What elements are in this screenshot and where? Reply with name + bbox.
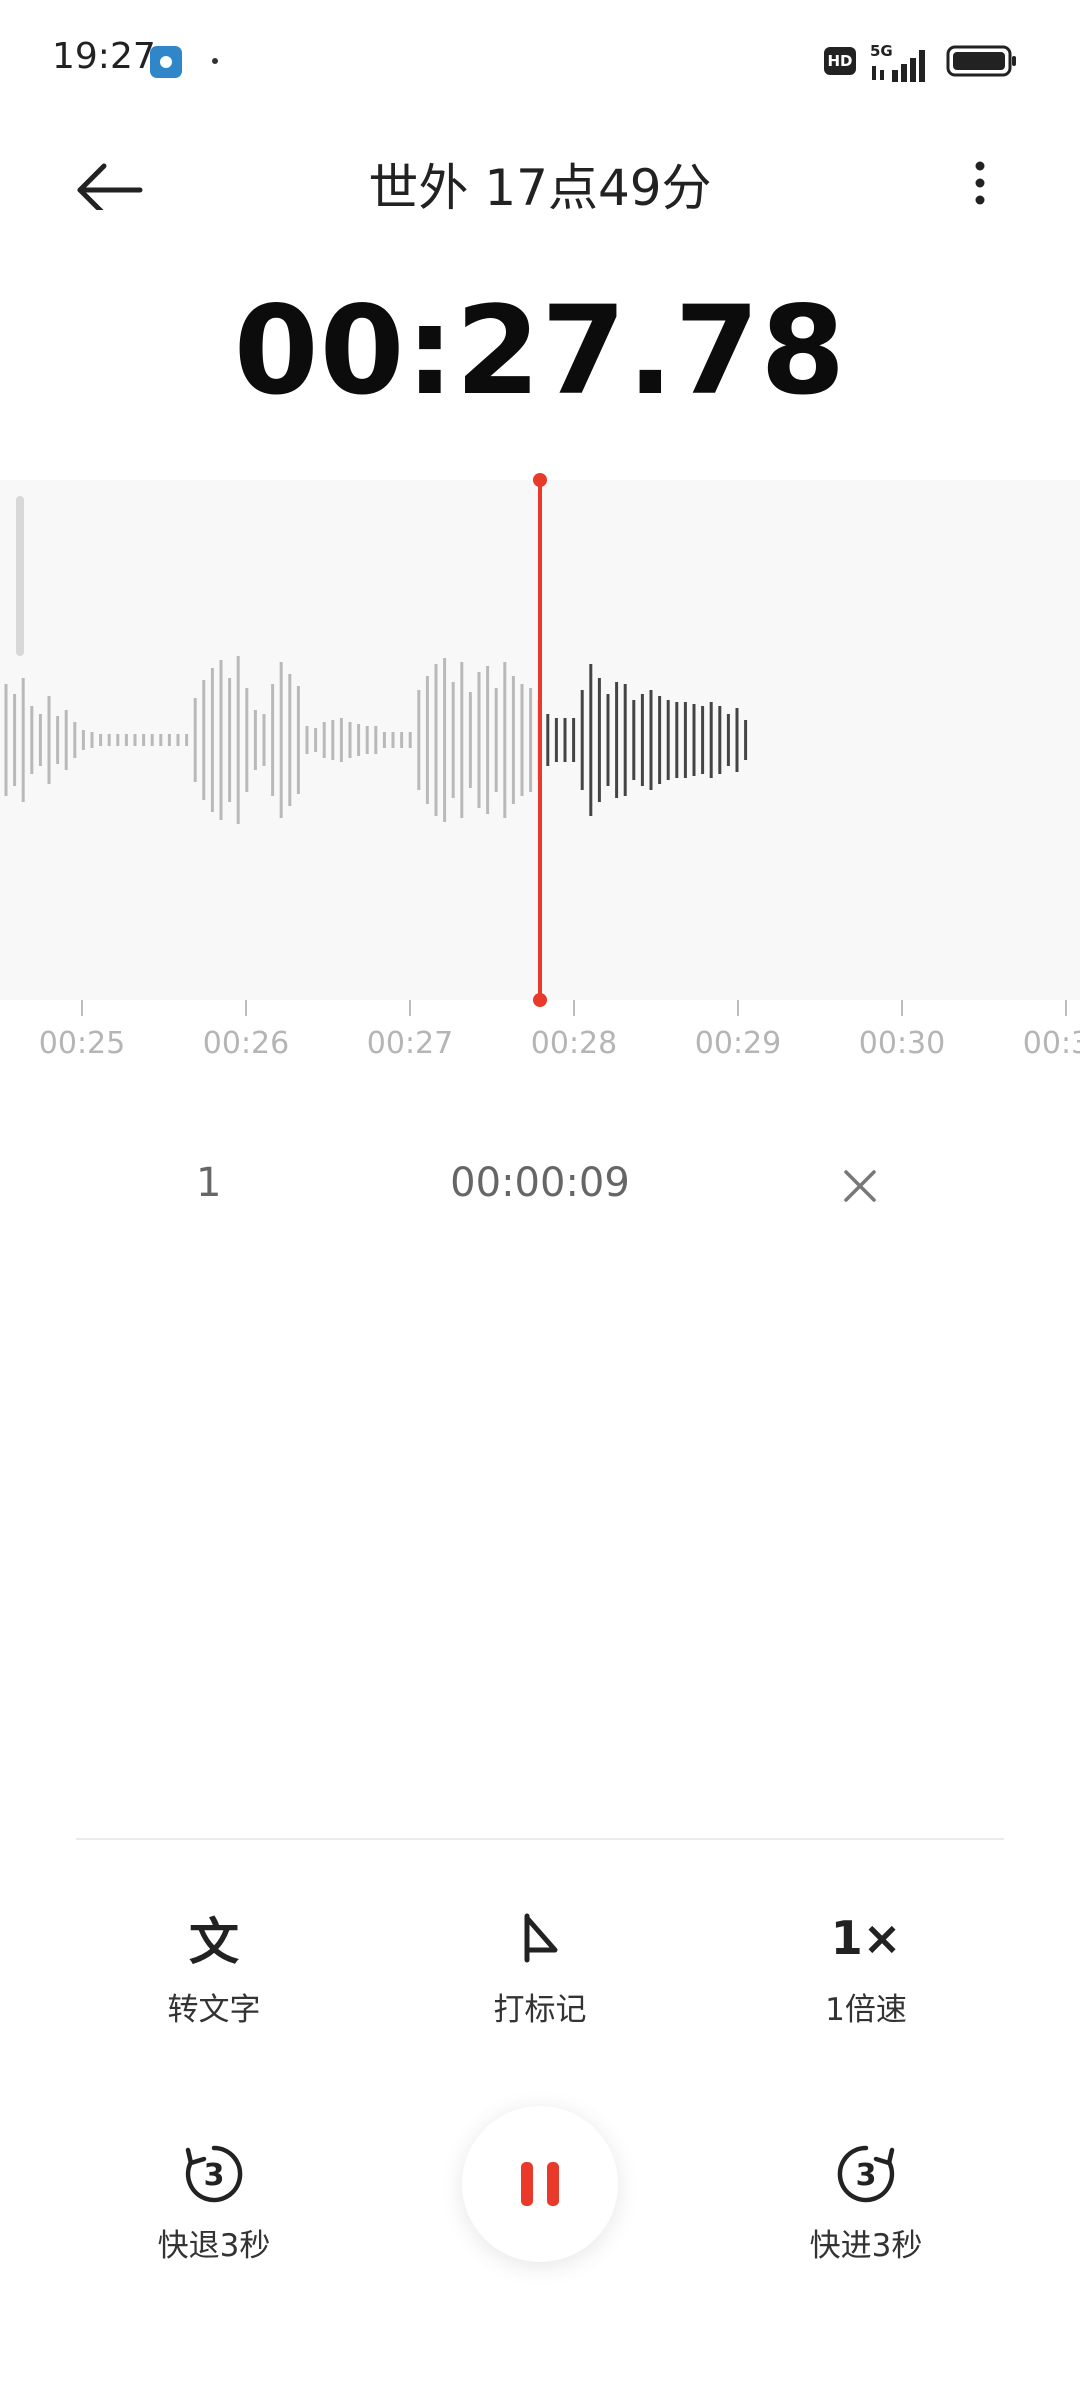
timeline-label: 00:30: [858, 1026, 946, 1061]
speed-button[interactable]: 1× 1倍速: [756, 1906, 976, 2029]
signal-5g-icon: 5G: [870, 42, 925, 82]
transcribe-button[interactable]: 文 转文字: [104, 1906, 324, 2029]
status-bar: 19:27 HD 5G: [0, 0, 1080, 120]
playhead[interactable]: [0, 470, 1080, 1010]
rewind-label: 快退3秒: [157, 2228, 271, 2264]
transcribe-label: 转文字: [167, 1992, 261, 2028]
rewind-3s-icon: 3: [185, 2145, 243, 2203]
transcribe-icon: 文: [189, 1913, 239, 1971]
hd-badge-icon: HD: [824, 47, 856, 75]
timeline-label: 00:28: [530, 1026, 618, 1061]
svg-text:3: 3: [204, 2158, 225, 2193]
network-label: 5G: [870, 42, 893, 60]
timeline-label: 00:25: [38, 1026, 126, 1061]
mark-label: 打标记: [493, 1992, 587, 2028]
notification-dot-icon: [212, 58, 218, 64]
rewind-button[interactable]: 3 快退3秒: [104, 2142, 324, 2265]
elapsed-time: 00:27.78: [233, 280, 847, 422]
timeline-label: 00:29: [694, 1026, 782, 1061]
close-icon[interactable]: [838, 1164, 882, 1208]
status-time: 19:27: [52, 36, 156, 77]
more-vertical-icon[interactable]: [960, 152, 1000, 212]
forward-button[interactable]: 3 快进3秒: [756, 2142, 976, 2265]
controls-divider: [76, 1838, 1004, 1840]
speed-label: 1倍速: [825, 1992, 907, 2028]
mark-button[interactable]: 打标记: [430, 1906, 650, 2029]
camera-app-icon: [150, 46, 182, 78]
timeline-label: 00:27: [366, 1026, 454, 1061]
svg-text:3: 3: [856, 2158, 877, 2193]
forward-3s-icon: 3: [837, 2145, 895, 2203]
recording-title: 世外 17点49分: [368, 159, 712, 217]
timeline-label: 00:31: [1022, 1026, 1080, 1061]
marker-time[interactable]: 00:00:09: [0, 1160, 1080, 1206]
app-header: 世外 17点49分: [0, 140, 1080, 220]
marker-row[interactable]: 1 00:00:09: [0, 1150, 1080, 1220]
forward-label: 快进3秒: [809, 2228, 923, 2264]
speed-icon: 1×: [830, 1911, 902, 1965]
battery-icon: [946, 45, 1016, 77]
pause-button[interactable]: [462, 2106, 618, 2262]
flag-icon: [524, 1913, 558, 1963]
timeline-label: 00:26: [202, 1026, 290, 1061]
